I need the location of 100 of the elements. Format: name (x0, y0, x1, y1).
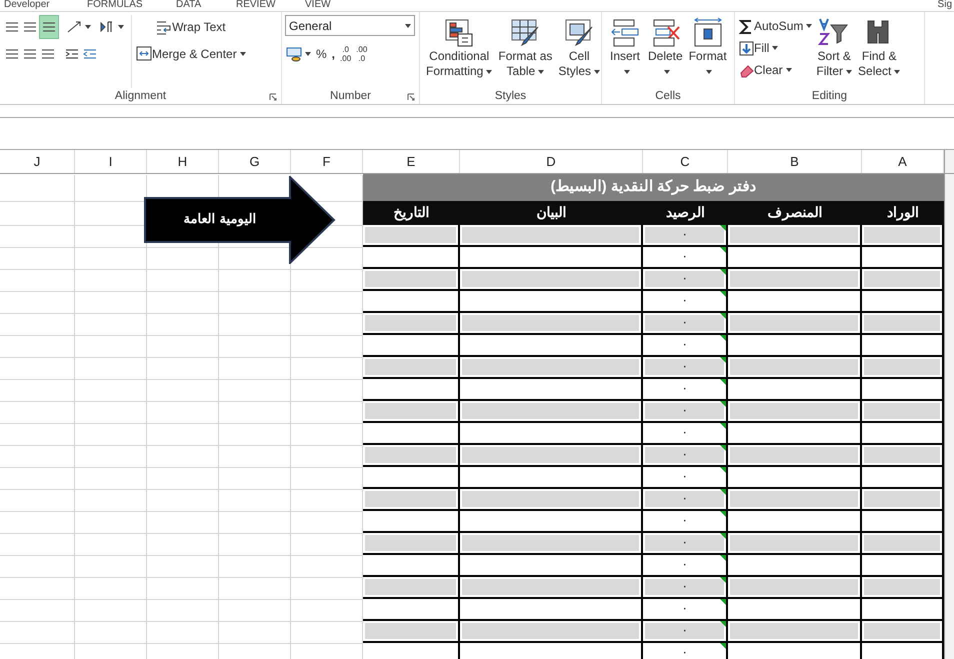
dialog-launcher-icon[interactable] (407, 93, 415, 101)
decrease-decimal-button[interactable]: .00 .0 (355, 42, 368, 66)
column-header[interactable]: B (728, 150, 862, 173)
table-cell[interactable]: ٠ (643, 313, 728, 335)
table-cell[interactable] (363, 621, 460, 643)
group-label: Number (330, 90, 371, 102)
align-button[interactable] (39, 15, 59, 39)
caret-icon (846, 70, 852, 74)
table-cell[interactable]: ٠ (643, 621, 728, 643)
wrap-text-button[interactable]: Wrap Text (135, 15, 247, 39)
table-cell[interactable] (363, 445, 460, 467)
caret-icon (786, 68, 792, 72)
table-cell[interactable]: ٠ (643, 445, 728, 467)
table-cell[interactable] (363, 313, 460, 335)
table-cell[interactable]: ٠ (643, 533, 728, 555)
table-cell[interactable] (460, 313, 643, 335)
table-cell[interactable]: ٠ (643, 225, 728, 247)
ledger-header: المنصرف (728, 201, 862, 225)
column-header[interactable]: J (0, 150, 75, 173)
table-cell[interactable] (363, 401, 460, 423)
table-cell[interactable] (728, 225, 862, 247)
table-cell[interactable]: ٠ (643, 401, 728, 423)
column-header[interactable]: D (460, 150, 643, 173)
table-cell[interactable] (460, 357, 643, 379)
percent-button[interactable]: % (315, 42, 328, 66)
table-cell[interactable] (728, 445, 862, 467)
ribbon-button[interactable]: Insert (605, 15, 645, 88)
ribbon-tab[interactable]: REVIEW (236, 0, 276, 11)
ledger-header: الوراد (862, 201, 944, 225)
dialog-launcher-icon[interactable] (269, 93, 277, 101)
table-cell[interactable] (728, 401, 862, 423)
table-cell[interactable] (363, 489, 460, 511)
table-cell[interactable]: ٠ (643, 489, 728, 511)
ribbon-button[interactable]: Delete (645, 15, 686, 88)
caret-icon (594, 70, 600, 74)
table-cell[interactable] (862, 577, 944, 599)
table-cell[interactable] (460, 401, 643, 423)
table-cell[interactable] (460, 269, 643, 291)
ribbon-button[interactable]: Fill (738, 37, 814, 59)
caret-icon (806, 24, 812, 28)
column-header[interactable]: I (75, 150, 147, 173)
table-cell[interactable] (460, 533, 643, 555)
column-header[interactable]: C (643, 150, 728, 173)
table-cell[interactable] (862, 401, 944, 423)
cell-grid[interactable] (0, 175, 363, 659)
ribbon-tab[interactable]: FORMULAS (87, 0, 143, 11)
table-cell[interactable] (460, 577, 643, 599)
table-cell[interactable]: ٠ (643, 643, 728, 659)
paragraph-icon (99, 19, 115, 35)
table-cell[interactable] (862, 269, 944, 291)
table-cell[interactable] (728, 357, 862, 379)
ribbon-button[interactable]: Format as Table (495, 15, 556, 88)
table-cell[interactable] (728, 489, 862, 511)
ribbon-button[interactable]: Sort & Filter (813, 15, 856, 88)
account-name[interactable]: Sig (938, 0, 952, 11)
table-cell[interactable] (460, 225, 643, 247)
table-cell[interactable] (728, 313, 862, 335)
ribbon-button[interactable]: AutoSum (738, 15, 814, 37)
ribbon-button[interactable]: Clear (738, 59, 814, 81)
table-cell[interactable] (460, 621, 643, 643)
column-header[interactable]: E (363, 150, 460, 173)
table-cell[interactable] (728, 577, 862, 599)
table-cell[interactable] (363, 577, 460, 599)
table-cell[interactable] (862, 225, 944, 247)
table-cell[interactable] (862, 357, 944, 379)
table-cell[interactable] (862, 445, 944, 467)
ribbon-button[interactable]: Conditional Formatting (423, 15, 496, 88)
group-label: Editing (812, 90, 848, 102)
ribbon-tab[interactable]: VIEW (305, 0, 331, 11)
table-cell[interactable] (728, 269, 862, 291)
table-cell[interactable] (728, 621, 862, 643)
group-label: Alignment (114, 90, 166, 102)
caret-icon (486, 70, 492, 74)
table-cell[interactable]: ٠ (643, 269, 728, 291)
table-cell[interactable] (363, 225, 460, 247)
comma-button[interactable]: , (330, 42, 336, 66)
column-header[interactable]: F (291, 150, 363, 173)
table-cell[interactable] (460, 489, 643, 511)
table-cell[interactable] (363, 533, 460, 555)
table-cell[interactable] (460, 445, 643, 467)
table-cell[interactable] (862, 489, 944, 511)
ribbon-button[interactable]: Cell Styles (555, 15, 604, 88)
ribbon-tab[interactable]: DATA (176, 0, 202, 11)
increase-decimal-button[interactable]: .0 .00 (339, 42, 352, 66)
column-header[interactable]: H (147, 150, 219, 173)
table-cell[interactable] (862, 621, 944, 643)
column-header[interactable]: G (219, 150, 291, 173)
table-cell[interactable]: ٠ (643, 577, 728, 599)
ribbon-tab[interactable]: Developer (4, 0, 50, 11)
table-cell[interactable] (862, 533, 944, 555)
table-cell[interactable] (363, 269, 460, 291)
table-cell[interactable] (862, 313, 944, 335)
merge-center-button[interactable]: Merge & Center (135, 42, 247, 66)
table-cell[interactable] (728, 533, 862, 555)
number-format-dropdown[interactable]: General (285, 15, 415, 36)
table-cell[interactable] (363, 357, 460, 379)
ribbon-button[interactable]: Find & Select (855, 15, 904, 88)
table-cell[interactable]: ٠ (643, 357, 728, 379)
eraser-icon (739, 62, 754, 78)
ribbon-button[interactable]: Format (686, 15, 730, 88)
